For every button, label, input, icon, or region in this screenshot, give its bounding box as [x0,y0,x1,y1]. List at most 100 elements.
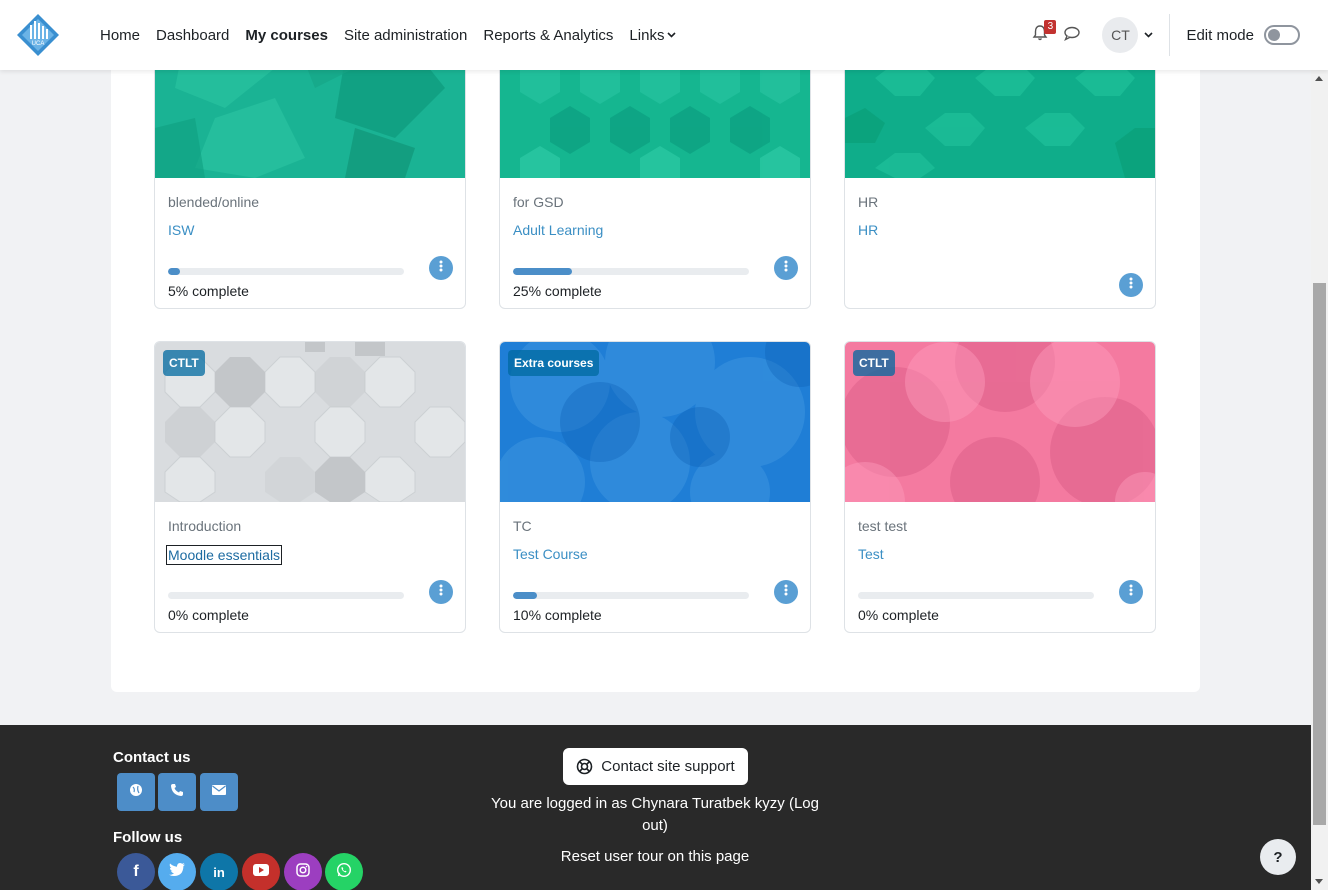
course-actions-button[interactable] [774,256,798,280]
reset-user-tour-link[interactable]: Reset user tour on this page [485,848,825,865]
nav-my-courses[interactable]: My courses [237,27,336,44]
course-card-body: for GSD Adult Learning 25% complete [500,194,810,299]
progress-text: 0% complete [858,607,939,623]
course-actions-button[interactable] [1119,273,1143,297]
course-name-link[interactable]: Test Course [513,546,588,562]
course-image[interactable]: CTLT [845,342,1155,502]
chat-bubble-icon [1063,24,1081,47]
course-category: Introduction [168,518,242,534]
course-name-link[interactable]: HR [858,222,878,238]
course-card-body: Introduction Moodle essentials 0% comple… [155,518,465,623]
question-mark-icon: ? [1273,848,1283,866]
course-image[interactable]: CTLT [155,342,465,502]
course-card-body: test test Test 0% complete [845,518,1155,623]
edit-mode-label: Edit mode [1186,26,1254,44]
course-category: for GSD [513,194,564,210]
vertical-ellipsis-icon [1129,276,1133,294]
notifications-button[interactable]: 3 [1024,19,1057,51]
twitter-icon [169,863,185,881]
vertical-ellipsis-icon [784,259,788,277]
scroll-up-arrow-icon[interactable] [1315,76,1323,81]
contact-site-support-label: Contact site support [601,758,735,775]
course-actions-button[interactable] [774,580,798,604]
nav-dashboard[interactable]: Dashboard [148,27,237,44]
email-button[interactable] [200,773,238,811]
twitter-button[interactable] [158,853,196,890]
progress-text: 25% complete [513,283,602,299]
course-name-link[interactable]: Moodle essentials [165,545,283,565]
navbar-right: 3 CT Edit mode [1024,0,1328,70]
course-image[interactable]: Extra courses [500,342,810,502]
progress-bar [858,592,1094,599]
contact-us-heading: Contact us [113,749,191,766]
course-card-body: blended/online ISW 5% complete [155,194,465,299]
logged-in-info: You are logged in as Chynara Turatbek ky… [491,795,819,834]
course-actions-button[interactable] [429,256,453,280]
progress-text: 5% complete [168,283,249,299]
navbar-divider [1169,14,1171,56]
notification-count-badge: 3 [1044,20,1057,34]
phone-icon [170,783,184,802]
svg-text:UCA: UCA [32,41,45,47]
vertical-ellipsis-icon [784,583,788,601]
progress-bar [513,592,749,599]
youtube-icon [253,863,269,881]
course-category: blended/online [168,194,260,210]
progress-bar-fill [513,592,537,599]
youtube-button[interactable] [242,853,280,890]
messages-button[interactable] [1056,19,1088,51]
vertical-ellipsis-icon [439,583,443,601]
primary-navigation: Home Dashboard My courses Site administr… [92,0,684,70]
whatsapp-icon [336,862,352,883]
course-actions-button[interactable] [1119,580,1143,604]
course-card-body: HR HR [845,194,1155,240]
nav-reports-analytics[interactable]: Reports & Analytics [475,27,621,44]
instagram-button[interactable] [284,853,322,890]
facebook-button[interactable]: f [117,853,155,890]
scroll-down-arrow-icon[interactable] [1315,879,1323,884]
life-ring-icon [576,758,593,775]
chevron-down-icon [667,30,677,41]
category-badge: CTLT [853,350,895,376]
course-category: HR [858,194,879,210]
edit-mode-toggle[interactable] [1264,25,1300,45]
follow-us-heading: Follow us [113,829,183,846]
course-category: TC [513,518,532,534]
course-actions-button[interactable] [429,580,453,604]
top-navbar: UCA Home Dashboard My courses Site admin… [0,0,1328,70]
site-logo[interactable]: UCA [16,13,60,57]
nav-site-administration[interactable]: Site administration [336,27,475,44]
website-button[interactable] [117,773,155,811]
user-menu[interactable]: CT [1102,17,1154,53]
progress-bar [168,592,404,599]
chevron-down-icon [1144,30,1154,41]
linkedin-icon: in [213,864,225,880]
progress-text: 0% complete [168,607,249,623]
help-button[interactable]: ? [1260,839,1296,875]
course-name-link[interactable]: ISW [168,222,194,238]
edit-mode-control: Edit mode [1186,25,1300,45]
course-card: Extra courses TC Test Course 10% complet… [499,341,811,633]
course-name-link[interactable]: Adult Learning [513,222,603,238]
course-card: CTLT test test Test 0% complete [844,341,1156,633]
category-badge: CTLT [163,350,205,376]
scrollbar-thumb[interactable] [1313,283,1326,825]
nav-home[interactable]: Home [92,27,148,44]
facebook-icon: f [133,863,139,880]
course-card: CTLT Introduction Moodle essentials 0% c… [154,341,466,633]
whatsapp-button[interactable] [325,853,363,890]
progress-bar-fill [168,268,180,275]
progress-bar-fill [513,268,572,275]
vertical-ellipsis-icon [439,259,443,277]
course-card-body: TC Test Course 10% complete [500,518,810,623]
globe-icon [129,783,143,802]
envelope-icon [212,783,226,801]
linkedin-button[interactable]: in [200,853,238,890]
vertical-ellipsis-icon [1129,583,1133,601]
phone-button[interactable] [158,773,196,811]
nav-links-dropdown[interactable]: Links [621,27,684,44]
contact-site-support-button[interactable]: Contact site support [563,748,748,785]
nav-links-label: Links [629,26,665,44]
course-name-link[interactable]: Test [858,546,884,562]
page-footer: Contact us Follow us f in Contact site s… [0,725,1311,890]
